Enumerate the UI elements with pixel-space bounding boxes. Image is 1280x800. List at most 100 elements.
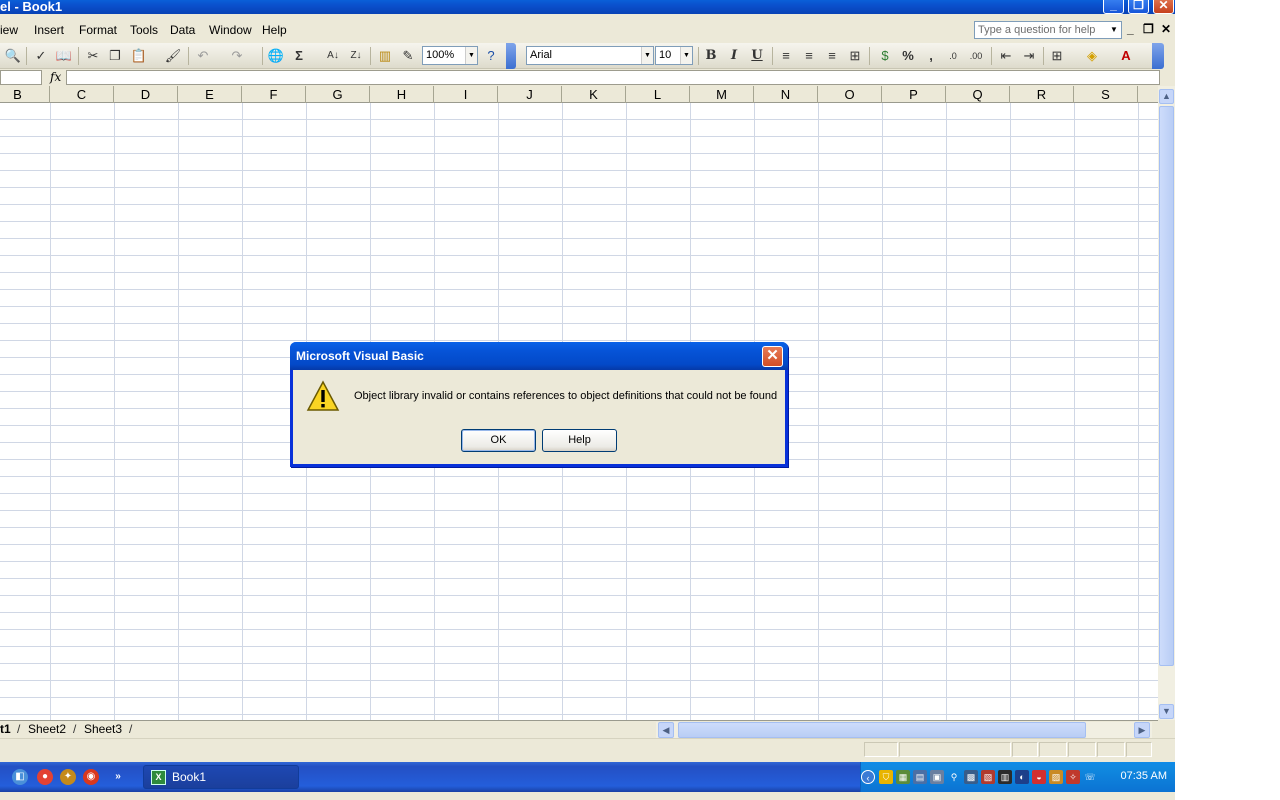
autosum-icon[interactable]: Σ	[290, 47, 308, 65]
percent-style-button[interactable]: %	[899, 47, 917, 65]
close-button[interactable]: ✕	[1153, 0, 1174, 14]
chart-wizard-icon[interactable]: ▥	[376, 47, 394, 65]
dialog-title-bar[interactable]: Microsoft Visual Basic ✕	[290, 342, 788, 370]
tray-app-icon[interactable]: ▩	[964, 770, 978, 784]
align-center-icon[interactable]: ≡	[800, 47, 818, 65]
doc-minimize-button[interactable]: _	[1127, 22, 1134, 36]
menu-data[interactable]: Data	[170, 23, 195, 37]
toolbar-options-icon[interactable]	[1152, 43, 1164, 69]
menu-help[interactable]: Help	[262, 23, 287, 37]
align-right-icon[interactable]: ≡	[823, 47, 841, 65]
copy-icon[interactable]: ❐	[106, 47, 124, 65]
dialog-close-button[interactable]: ✕	[762, 346, 783, 367]
column-header-j[interactable]: J	[498, 86, 562, 103]
horizontal-scroll-thumb[interactable]	[678, 722, 1086, 738]
column-header-h[interactable]: H	[370, 86, 434, 103]
menu-window[interactable]: Window	[209, 23, 252, 37]
vertical-scroll-thumb[interactable]	[1159, 106, 1174, 666]
font-size-select[interactable]: 10 ▼	[655, 46, 693, 65]
window-title-bar[interactable]: el - Book1 _ ❐ ✕	[0, 0, 1175, 14]
sort-ascending-icon[interactable]: A↓	[324, 47, 342, 65]
undo-icon[interactable]: ↶	[194, 47, 212, 65]
network-icon[interactable]: ▤	[913, 770, 927, 784]
column-header-c[interactable]: C	[50, 86, 114, 103]
menu-tools[interactable]: Tools	[130, 23, 158, 37]
chevron-down-icon[interactable]: ▼	[1108, 23, 1120, 37]
increase-decimal-icon[interactable]: .0	[944, 47, 962, 65]
font-color-icon[interactable]: A	[1117, 47, 1135, 65]
font-select[interactable]: Arial ▼	[526, 46, 654, 65]
column-header-r[interactable]: R	[1010, 86, 1074, 103]
decrease-decimal-icon[interactable]: .00	[967, 47, 985, 65]
cut-icon[interactable]: ✂	[84, 47, 102, 65]
column-header-s[interactable]: S	[1074, 86, 1138, 103]
scroll-right-icon[interactable]: ▶	[1134, 722, 1150, 738]
sheet-tab-sheet1[interactable]: t1	[0, 722, 11, 736]
tray-expand-icon[interactable]: ‹	[861, 770, 875, 784]
help-icon[interactable]: ?	[482, 47, 500, 65]
scroll-down-icon[interactable]: ▼	[1159, 704, 1174, 719]
currency-icon[interactable]: $	[876, 47, 894, 65]
column-header-o[interactable]: O	[818, 86, 882, 103]
fill-color-icon[interactable]: ◈	[1083, 47, 1101, 65]
column-header-k[interactable]: K	[562, 86, 626, 103]
tray-app-icon[interactable]: ▦	[896, 770, 910, 784]
column-header-i[interactable]: I	[434, 86, 498, 103]
column-header-m[interactable]: M	[690, 86, 754, 103]
research-icon[interactable]: 📖	[55, 47, 73, 65]
search-icon[interactable]: ⚲	[947, 770, 961, 784]
comma-style-button[interactable]: ,	[922, 47, 940, 65]
app-quicklaunch-icon[interactable]: ✦	[60, 769, 76, 785]
scroll-up-icon[interactable]: ▲	[1159, 89, 1174, 104]
toolbar-options-icon[interactable]	[506, 43, 516, 69]
decrease-indent-icon[interactable]: ⇤	[997, 47, 1015, 65]
sheet-tab-sheet2[interactable]: Sheet2	[28, 722, 66, 736]
help-button[interactable]: Help	[542, 429, 617, 452]
tray-app-icon[interactable]: ▥	[998, 770, 1012, 784]
italic-button[interactable]: I	[725, 47, 743, 65]
help-question-input[interactable]: Type a question for help ▼	[974, 21, 1122, 39]
doc-close-button[interactable]: ✕	[1161, 22, 1171, 36]
borders-icon[interactable]: ⊞	[1048, 47, 1066, 65]
zoom-select[interactable]: 100% ▼	[422, 46, 478, 65]
menu-format[interactable]: Format	[79, 23, 117, 37]
merge-center-icon[interactable]: ⊞	[846, 47, 864, 65]
column-header-b[interactable]: B	[0, 86, 50, 103]
sheet-tab-sheet3[interactable]: Sheet3	[84, 722, 122, 736]
network-icon[interactable]: ▣	[930, 770, 944, 784]
spelling-icon[interactable]: ✓	[32, 47, 50, 65]
quicklaunch-more-icon[interactable]: »	[110, 769, 126, 785]
name-box[interactable]	[0, 70, 42, 85]
desktop-quicklaunch-icon[interactable]: ◧	[12, 769, 28, 785]
column-header-g[interactable]: G	[306, 86, 370, 103]
column-header-n[interactable]: N	[754, 86, 818, 103]
horizontal-scrollbar[interactable]: ◀ ▶	[656, 722, 1152, 738]
menu-insert[interactable]: Insert	[34, 23, 64, 37]
sort-descending-icon[interactable]: Z↓	[347, 47, 365, 65]
tray-app-icon[interactable]: ◒	[1032, 770, 1046, 784]
align-left-icon[interactable]: ≡	[777, 47, 795, 65]
column-header-f[interactable]: F	[242, 86, 306, 103]
chevron-down-icon[interactable]: ▼	[465, 47, 477, 64]
underline-button[interactable]: U	[748, 47, 766, 65]
column-header-l[interactable]: L	[626, 86, 690, 103]
menu-view[interactable]: iew	[0, 23, 18, 37]
bold-button[interactable]: B	[702, 47, 720, 65]
clock[interactable]: 07:35 AM	[1121, 770, 1167, 782]
chevron-down-icon[interactable]: ▼	[641, 47, 653, 64]
doc-restore-button[interactable]: ❐	[1143, 22, 1154, 36]
restore-button[interactable]: ❐	[1128, 0, 1149, 14]
tray-app-icon[interactable]: ▨	[1049, 770, 1063, 784]
minimize-button[interactable]: _	[1103, 0, 1124, 14]
phone-icon[interactable]: ☏	[1083, 770, 1097, 784]
paste-icon[interactable]: 📋	[130, 47, 148, 65]
tray-app-icon[interactable]: ✧	[1066, 770, 1080, 784]
column-header-e[interactable]: E	[178, 86, 242, 103]
format-painter-icon[interactable]: 🖌	[164, 47, 182, 65]
column-header-d[interactable]: D	[114, 86, 178, 103]
print-preview-icon[interactable]: 🔍	[4, 47, 22, 65]
chrome-quicklaunch-icon[interactable]: ●	[37, 769, 53, 785]
redo-icon[interactable]: ↷	[228, 47, 246, 65]
chevron-down-icon[interactable]: ▼	[680, 47, 692, 64]
drawing-icon[interactable]: ✎	[399, 47, 417, 65]
